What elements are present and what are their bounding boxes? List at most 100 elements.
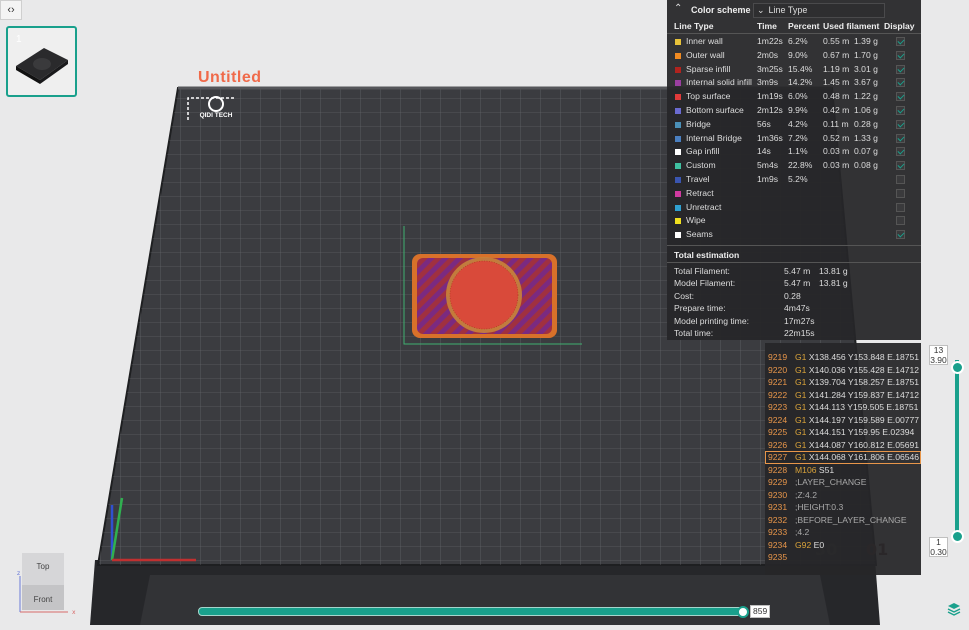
layer-slider-bottom-handle[interactable] <box>951 530 964 543</box>
gcode-line-number: 9230 <box>768 489 788 500</box>
line-type-name: Bridge <box>686 118 711 129</box>
color-scheme-header: ⌃ Color scheme ⌄ Line Type <box>667 0 921 19</box>
gcode-viewer[interactable]: 9219 G1 X138.456 Y153.848 E.18751 9220 G1 X… <box>765 343 921 575</box>
display-checkbox[interactable] <box>896 64 905 74</box>
gcode-line-text: ;Z:4.2 <box>795 489 817 502</box>
display-checkbox[interactable] <box>896 78 905 88</box>
layer-slider-track[interactable] <box>955 360 959 540</box>
gcode-line[interactable]: 9232 ;BEFORE_LAYER_CHANGE <box>765 514 921 527</box>
plate-thumbnail[interactable]: 1 <box>6 26 77 97</box>
line-type-time: 2m0s <box>757 49 779 60</box>
estimation-row: Total Filament: 5.47 m 13.81 g <box>667 266 921 278</box>
gcode-line-text: G1 X144.113 Y159.505 E.18751 <box>795 401 918 414</box>
gcode-line[interactable]: 9221 G1 X139.704 Y158.257 E.18751 <box>765 376 921 389</box>
display-checkbox[interactable] <box>896 216 905 226</box>
gcode-line[interactable]: 9225 G1 X144.151 Y159.95 E.02394 <box>765 426 921 439</box>
svg-text:z: z <box>17 570 20 577</box>
line-type-length: 0.42 m <box>823 105 850 115</box>
estimation-row: Model Filament: 5.47 m 13.81 g <box>667 278 921 290</box>
chevron-down-icon: ⌄ <box>757 5 765 15</box>
display-checkbox[interactable] <box>896 202 905 212</box>
estimation-label: Model printing time: <box>674 315 749 326</box>
color-swatch <box>675 94 681 101</box>
gcode-line[interactable]: 9230 ;Z:4.2 <box>765 489 921 502</box>
gcode-line[interactable]: 9231 ;HEIGHT:0.3 <box>765 501 921 514</box>
col-header-percent: Percent <box>788 21 820 31</box>
move-slider-track[interactable] <box>198 607 745 616</box>
display-checkbox[interactable] <box>896 50 905 60</box>
color-swatch <box>675 135 681 142</box>
line-type-name: Internal solid infill <box>686 77 752 88</box>
line-type-time: 1m19s <box>757 91 783 102</box>
line-type-time: 1m22s <box>757 36 783 46</box>
gcode-line[interactable]: 9219 G1 X138.456 Y153.848 E.18751 <box>765 351 921 364</box>
color-swatch <box>675 218 681 225</box>
display-checkbox[interactable] <box>896 92 905 102</box>
gcode-line-number: 9223 <box>768 402 788 412</box>
gcode-args: E0 <box>813 539 825 550</box>
gcode-line[interactable]: 9220 G1 X140.036 Y155.428 E.14712 <box>765 364 921 377</box>
estimation-value: 22m15s <box>784 328 815 338</box>
display-checkbox[interactable] <box>896 147 905 157</box>
col-header-used-filament: Used filament <box>823 21 880 31</box>
display-checkbox[interactable] <box>896 161 905 171</box>
divider <box>667 245 921 246</box>
gcode-line-text: G1 X144.068 Y161.806 E.06546 <box>795 451 919 464</box>
gcode-line[interactable]: 9227 G1 X144.068 Y161.806 E.06546 <box>765 451 921 464</box>
gcode-line[interactable]: 9228 M106 S51 <box>765 464 921 477</box>
line-type-name: Outer wall <box>686 49 725 60</box>
gcode-line-number: 9224 <box>768 414 788 425</box>
line-type-weight: 1.22 g <box>854 91 878 102</box>
gcode-command: M106 <box>795 464 817 475</box>
line-type-name: Retract <box>686 187 714 198</box>
gcode-args: X144.087 Y160.812 E.05691 <box>808 439 920 450</box>
collapse-sidebar-button[interactable]: ‹› <box>0 0 22 20</box>
gcode-args: X141.284 Y159.837 E.14712 <box>808 389 920 400</box>
line-type-percent: 6.0% <box>788 91 808 102</box>
estimation-value-2: 13.81 g <box>819 266 848 276</box>
plate-index: 1 <box>16 34 22 45</box>
estimation-value: 4m47s <box>784 303 810 314</box>
display-checkbox[interactable] <box>896 37 905 46</box>
gcode-line[interactable]: 9229 ;LAYER_CHANGE <box>765 476 921 489</box>
gcode-command: G1 <box>795 377 807 387</box>
display-checkbox[interactable] <box>896 175 905 184</box>
estimation-value: 5.47 m <box>784 266 811 276</box>
gcode-line[interactable]: 9224 G1 X144.197 Y159.589 E.00777 <box>765 414 921 427</box>
estimation-value: 0.28 <box>784 290 801 301</box>
gcode-line-number: 9232 <box>768 514 788 525</box>
gcode-line-text: ;LAYER_CHANGE <box>795 476 866 489</box>
gcode-line[interactable]: 9226 G1 X144.087 Y160.812 E.05691 <box>765 439 921 452</box>
gcode-args: X140.036 Y155.428 E.14712 <box>808 364 920 375</box>
display-checkbox[interactable] <box>896 133 905 143</box>
display-checkbox[interactable] <box>896 106 905 115</box>
gcode-line[interactable]: 9234 G92 E0 <box>765 539 921 552</box>
line-type-weight: 0.07 g <box>854 146 878 157</box>
legend-row: Outer wall 2m0s 9.0% 0.67 m 1.70 g <box>667 49 921 63</box>
gcode-line[interactable]: 9223 G1 X144.113 Y159.505 E.18751 <box>765 401 921 414</box>
color-scheme-value: Line Type <box>768 5 808 15</box>
line-type-percent: 1.1% <box>788 146 808 157</box>
estimation-row: Model printing time: 17m27s <box>667 316 921 328</box>
move-slider-handle[interactable] <box>737 606 749 618</box>
layer-slider-top-handle[interactable] <box>951 361 964 374</box>
display-checkbox[interactable] <box>896 119 905 129</box>
line-type-length: 0.11 m <box>823 118 849 129</box>
color-scheme-select[interactable]: ⌄ Line Type <box>753 3 885 18</box>
color-swatch <box>675 190 681 197</box>
line-type-name: Sparse infill <box>686 63 731 74</box>
legend-row: Internal solid infill 3m9s 14.2% 1.45 m 3.67… <box>667 76 921 90</box>
gcode-command: G1 <box>795 402 807 412</box>
color-swatch <box>675 66 681 73</box>
gcode-line[interactable]: 9233 ;4.2 <box>765 526 921 539</box>
gcode-line[interactable]: 9222 G1 X141.284 Y159.837 E.14712 <box>765 389 921 402</box>
gcode-line[interactable]: 9235 <box>765 551 921 564</box>
line-type-name: Inner wall <box>686 36 723 46</box>
color-swatch <box>675 39 681 45</box>
layers-icon[interactable] <box>947 602 961 616</box>
display-checkbox[interactable] <box>896 188 905 198</box>
chevron-up-icon[interactable]: ⌃ <box>674 3 682 14</box>
line-type-length: 0.67 m <box>823 49 850 60</box>
display-checkbox[interactable] <box>896 230 905 240</box>
gcode-line-text: ;BEFORE_LAYER_CHANGE <box>795 514 907 527</box>
